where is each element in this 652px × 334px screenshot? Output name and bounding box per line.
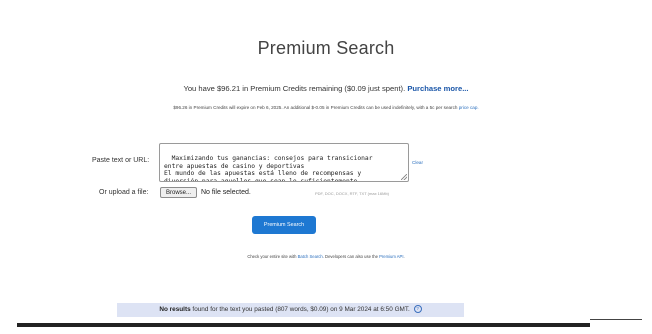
price-cap-link[interactable]: price cap. — [459, 105, 479, 110]
browse-button[interactable]: Browse... — [160, 187, 197, 198]
premium-api-link[interactable]: Premium API — [379, 254, 403, 259]
footer-divider-thin — [590, 319, 642, 320]
premium-search-button[interactable]: Premium Search — [252, 216, 316, 234]
footer-divider — [17, 323, 590, 327]
credits-summary: You have $96.21 in Premium Credits remai… — [0, 84, 652, 93]
upload-label: Or upload a file: — [99, 189, 149, 196]
textarea-content[interactable]: Maximizando tus ganancias: consejos para… — [164, 155, 373, 181]
resize-grip-icon[interactable] — [401, 174, 407, 180]
clear-link[interactable]: Clear — [412, 160, 423, 165]
purchase-more-link[interactable]: Purchase more... — [407, 84, 468, 93]
results-status: No results — [159, 306, 191, 313]
page-title: Premium Search — [257, 38, 395, 58]
results-bar: No results found for the text you pasted… — [117, 303, 464, 317]
batch-text-1: Check your entire site with — [247, 254, 297, 259]
paste-label: Paste text or URL: — [92, 157, 150, 164]
file-status: No file selected. — [201, 189, 251, 196]
batch-search-note: Check your entire site with Batch Search… — [0, 254, 652, 259]
credits-text: You have $96.21 in Premium Credits remai… — [183, 84, 406, 93]
expire-text: $96.26 in Premium Credits will expire on… — [173, 105, 458, 110]
paste-textarea[interactable]: Maximizando tus ganancias: consejos para… — [159, 143, 409, 182]
batch-search-link[interactable]: Batch Search — [298, 254, 323, 259]
help-icon[interactable]: ? — [413, 305, 422, 314]
batch-text-3: . — [403, 254, 405, 259]
file-formats-hint: PDF, DOC, DOCX, RTF, TXT (max 16Mb) — [315, 191, 390, 196]
batch-text-2: . Developers can also use the — [322, 254, 378, 259]
results-text: found for the text you pasted (807 words… — [192, 306, 410, 313]
credits-expire-note: $96.26 in Premium Credits will expire on… — [0, 105, 652, 110]
